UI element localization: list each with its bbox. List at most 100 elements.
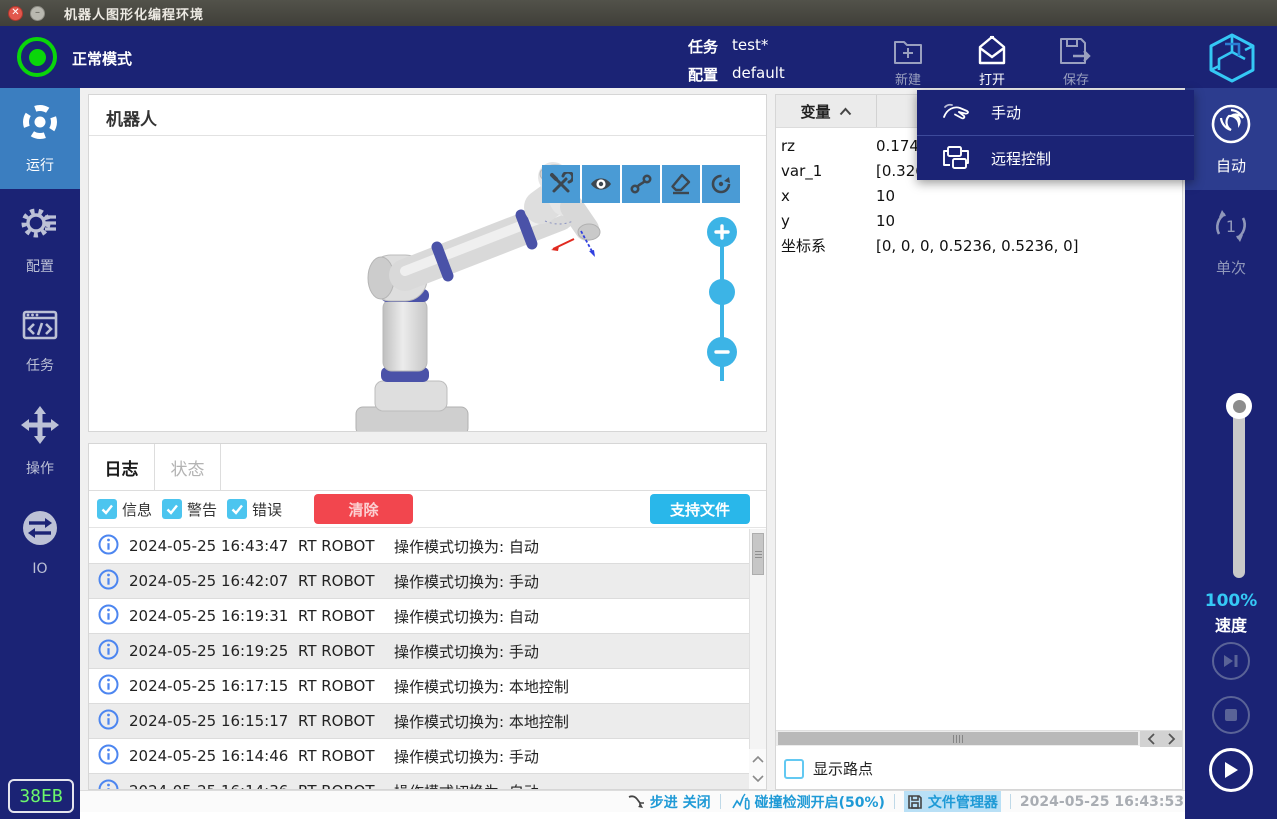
rotate-icon (709, 172, 733, 196)
variables-hscrollbar[interactable] (776, 730, 1182, 746)
variables-header-cell[interactable]: 变量 (776, 95, 877, 127)
sidebar-operate-label: 操作 (26, 458, 54, 478)
normal-mode-indicator-icon (17, 37, 57, 77)
log-entry[interactable]: 2024-05-25 16:15:17 RT ROBOT 操作模式切换为: 本地… (89, 704, 749, 739)
tab-status[interactable]: 状态 (155, 444, 221, 490)
speed-slider-track[interactable] (1233, 406, 1245, 578)
task-label: 任务 (688, 36, 718, 57)
mode-status-label: 正常模式 (72, 48, 132, 69)
step-next-button[interactable] (1212, 642, 1250, 680)
robot-panel: 机器人 (88, 94, 767, 432)
sidebar-item-config[interactable]: 配置 (0, 189, 80, 290)
support-file-button[interactable]: 支持文件 (650, 494, 750, 524)
step-icon (627, 794, 645, 810)
new-task-button[interactable]: 新建 (880, 32, 936, 88)
log-entry[interactable]: 2024-05-25 16:19:31 RT ROBOT 操作模式切换为: 自动 (89, 599, 749, 634)
clear-log-button[interactable]: 清除 (314, 494, 413, 524)
play-icon (1222, 760, 1240, 780)
variables-header-label: 变量 (800, 101, 830, 122)
speed-slider-handle[interactable] (1226, 393, 1252, 419)
log-scrollbar-thumb[interactable] (752, 533, 764, 575)
tab-log[interactable]: 日志 (89, 444, 155, 490)
scroll-down-button[interactable] (749, 769, 766, 789)
log-message: 操作模式切换为: 手动 (394, 746, 749, 767)
robot-3d-viewport[interactable] (89, 137, 766, 431)
log-source: RT ROBOT (298, 747, 394, 765)
log-entry[interactable]: 2024-05-25 16:17:15 RT ROBOT 操作模式切换为: 本地… (89, 669, 749, 704)
menu-item-remote[interactable]: 远程控制 (917, 135, 1194, 180)
operation-mode-menu: 手动 远程控制 (917, 90, 1194, 180)
task-value: test* (732, 36, 768, 57)
visibility-button[interactable] (582, 165, 620, 203)
task-field[interactable]: 任务 test* (688, 36, 768, 57)
log-entry[interactable]: 2024-05-25 16:14:36 RT ROBOT 操作模式切换为: 自动 (89, 774, 749, 790)
variables-hscrollbar-thumb[interactable] (778, 732, 1138, 745)
close-icon[interactable]: ✕ (8, 6, 23, 21)
zoom-in-button[interactable] (707, 217, 737, 247)
rotate-view-button[interactable] (702, 165, 740, 203)
log-entry[interactable]: 2024-05-25 16:42:07 RT ROBOT 操作模式切换为: 手动 (89, 564, 749, 599)
move-arrows-icon (20, 405, 60, 449)
stop-icon (1224, 708, 1238, 722)
checked-checkbox-icon (97, 499, 117, 519)
variable-row[interactable]: 坐标系 [0, 0, 0, 0.5236, 0.5236, 0] (776, 233, 1182, 258)
path-button[interactable] (622, 165, 660, 203)
sidebar-run-label: 运行 (26, 155, 54, 175)
status-bar: 步进 关闭 碰撞检测开启(50%) 文件管理器 2024-05-25 16:43… (80, 790, 1185, 812)
step-mode-toggle[interactable]: 步进 关闭 (627, 792, 711, 812)
open-task-button[interactable]: 打开 (964, 32, 1020, 88)
variable-value: 10 (876, 212, 1182, 230)
info-icon (98, 569, 119, 594)
variable-value: [0, 0, 0, 0.5236, 0.5236, 0] (876, 237, 1182, 255)
bottom-strip (80, 812, 1185, 819)
log-entry[interactable]: 2024-05-25 16:43:47 RT ROBOT 操作模式切换为: 自动 (89, 529, 749, 564)
sidebar-item-task[interactable]: 任务 (0, 290, 80, 391)
filter-error-checkbox[interactable]: 错误 (227, 499, 282, 520)
sidebar-task-label: 任务 (26, 355, 54, 375)
log-message: 操作模式切换为: 本地控制 (394, 676, 749, 697)
zoom-slider-handle[interactable] (709, 279, 735, 305)
show-waypoints-checkbox[interactable]: 显示路点 (784, 758, 873, 779)
hand-icon (941, 101, 971, 125)
filter-info-checkbox[interactable]: 信息 (97, 499, 152, 520)
sidebar-item-run[interactable]: 运行 (0, 88, 80, 189)
log-message: 操作模式切换为: 自动 (394, 781, 749, 791)
remote-control-icon (941, 145, 971, 171)
auto-mode-label: 自动 (1216, 155, 1246, 176)
sidebar-config-label: 配置 (26, 256, 54, 276)
menu-item-manual[interactable]: 手动 (917, 90, 1194, 135)
caret-up-icon (839, 107, 852, 116)
minimize-icon[interactable]: – (30, 6, 45, 21)
single-run-button[interactable]: 1 单次 (1185, 190, 1277, 292)
variable-row[interactable]: y 10 (776, 208, 1182, 233)
eraser-button[interactable] (662, 165, 700, 203)
window-title: 机器人图形化编程环境 (64, 4, 204, 23)
viewport-toolbar (542, 165, 740, 203)
log-source: RT ROBOT (298, 712, 394, 730)
tools-button[interactable] (542, 165, 580, 203)
save-task-button[interactable]: 保存 (1048, 32, 1104, 88)
auto-mode-button[interactable]: 自动 (1185, 88, 1277, 190)
scroll-left-button[interactable] (1140, 731, 1161, 747)
variable-row[interactable]: x 10 (776, 183, 1182, 208)
play-button[interactable] (1209, 748, 1253, 792)
collision-detect-toggle[interactable]: 碰撞检测开启(50%) (730, 792, 885, 812)
log-entry[interactable]: 2024-05-25 16:14:46 RT ROBOT 操作模式切换为: 手动 (89, 739, 749, 774)
file-manager-icon (907, 794, 923, 810)
checked-checkbox-icon (162, 499, 182, 519)
scroll-right-button[interactable] (1161, 731, 1182, 747)
sidebar-item-io[interactable]: IO (0, 492, 80, 593)
log-entry[interactable]: 2024-05-25 16:19:25 RT ROBOT 操作模式切换为: 手动 (89, 634, 749, 669)
file-manager-button[interactable]: 文件管理器 (904, 791, 1001, 813)
gear-icon (20, 203, 60, 247)
filter-warning-label: 警告 (187, 499, 217, 520)
filter-warning-checkbox[interactable]: 警告 (162, 499, 217, 520)
config-field[interactable]: 配置 default (688, 64, 785, 85)
sidebar-item-operate[interactable]: 操作 (0, 391, 80, 492)
speed-percent: 100% (1185, 591, 1277, 611)
stop-button[interactable] (1212, 696, 1250, 734)
scroll-up-button[interactable] (749, 749, 766, 769)
chevron-right-icon (1168, 733, 1176, 745)
zoom-out-button[interactable] (707, 337, 737, 367)
menu-manual-label: 手动 (991, 102, 1021, 123)
